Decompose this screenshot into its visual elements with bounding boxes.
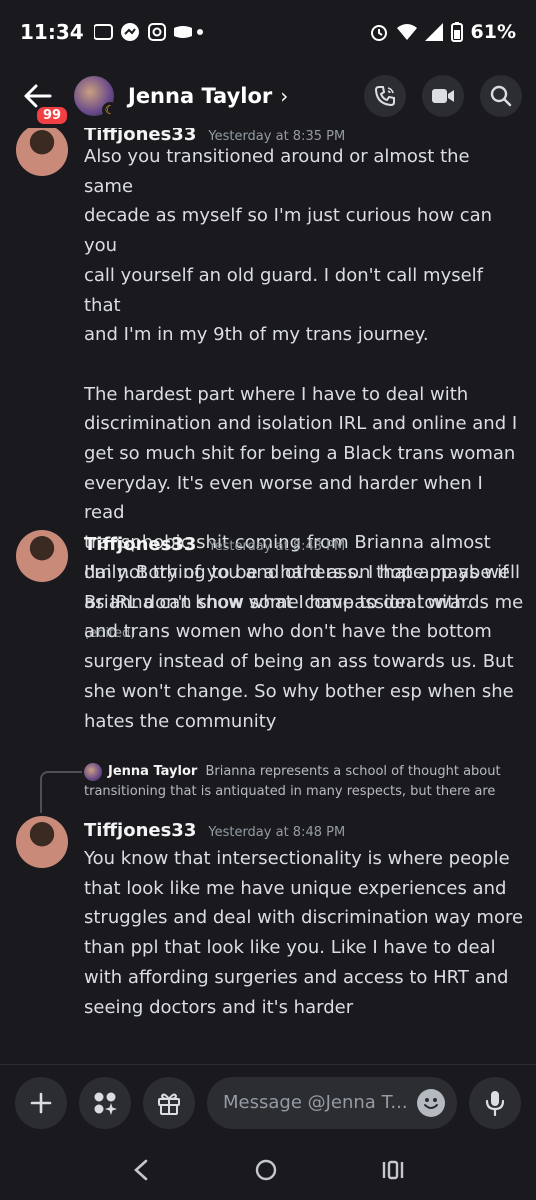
apps-button[interactable] [79,1076,131,1129]
message-line: that look like me have unique experience… [84,877,507,899]
message-content: You know that intersectionality is where… [84,844,524,1022]
system-nav-bar [0,1140,536,1200]
status-left: 11:34 [20,20,204,44]
message-line: get so much shit for being a Black trans… [84,443,516,465]
message-content: I'm not trying to be a hard ass. I hope … [84,558,524,736]
message-line: I'm not trying to be a hard ass. I hope … [84,562,509,583]
nav-back-icon[interactable] [131,1158,151,1182]
unread-badge: 99 [34,104,71,127]
reply-avatar [84,762,102,781]
emoji-face-icon [424,1097,438,1109]
message-line: surgery instead of being an ass towards … [84,651,514,673]
nav-home-icon[interactable] [254,1158,278,1182]
avatar[interactable]: ☾ [74,76,118,118]
reply-author: Jenna Taylor [108,764,198,779]
author-name[interactable]: Tiffjones33 [84,820,196,841]
reply-connector [40,771,82,813]
status-right: 61% [369,21,516,43]
battery-level: 61% [470,21,516,43]
phone-icon [374,86,395,107]
message-header: Tiffjones33 Yesterday at 8:48 PM [84,820,345,841]
reply-text: Brianna represents a school of thought a… [205,764,501,779]
reply-line-1: Jenna Taylor Brianna represents a school… [84,762,524,782]
message-timestamp: Yesterday at 8:43 PM [208,539,346,554]
notification-icons [93,23,203,41]
nav-recents-icon[interactable] [381,1158,405,1182]
header-actions [364,75,522,117]
page-title[interactable]: Jenna Taylor [128,84,272,108]
alarm-icon [370,25,387,41]
microphone-icon [485,1090,505,1116]
plus-icon [30,1092,52,1113]
message-line: and trans women who don't have the botto… [84,621,492,643]
author-avatar[interactable] [16,530,68,582]
message-line: Also you transitioned around or almost t… [84,146,470,197]
gift-button[interactable] [143,1076,195,1129]
search-icon [490,85,512,107]
message-header: Tiffjones33 Yesterday at 8:43 PM [84,534,345,555]
author-name[interactable]: Tiffjones33 [84,534,196,555]
message-line: everyday. It's even worse and harder whe… [84,472,483,524]
author-avatar[interactable] [16,816,68,868]
message-line: than ppl that look like you. Like I have… [84,937,496,959]
message-line: decade as myself so I'm just curious how… [84,205,493,257]
message-line: call yourself an old guard. I don't call… [84,264,484,316]
cell-signal-icon [424,23,443,41]
emoji-icon[interactable] [417,1088,445,1117]
video-call-button[interactable] [422,75,464,117]
message-list[interactable]: Tiffjones33 Yesterday at 8:35 PM Also yo… [0,128,536,1064]
message-line: discrimination and isolation IRL and onl… [84,413,518,435]
reply-text-2: transitioning that is antiquated in many… [84,784,496,799]
message-input[interactable]: Message @Jenna T... [207,1076,457,1129]
message-line: hates the community [84,710,277,732]
message-line: You know that intersectionality is where… [84,848,510,869]
message-input-placeholder: Message @Jenna T... [223,1092,408,1113]
message-line: struggles and deal with discrimination w… [84,907,524,929]
add-attachment-button[interactable] [15,1076,67,1129]
message-composer: Message @Jenna T... [0,1064,536,1140]
reply-preview[interactable]: Jenna Taylor Brianna represents a school… [84,762,524,802]
apps-icon [94,1092,117,1115]
message-line [84,350,524,380]
voice-message-button[interactable] [469,1076,521,1129]
voice-call-button[interactable] [364,75,406,117]
message-timestamp: Yesterday at 8:48 PM [208,825,346,840]
message-line: The hardest part where I have to deal wi… [84,383,469,405]
clock: 11:34 [20,20,84,44]
message-line: seeing doctors and it's harder [84,996,354,1018]
status-bar: 11:34 61% [0,0,536,64]
message-line: and I'm in my 9th of my trans journey. [84,324,429,346]
search-button[interactable] [480,75,522,117]
back-button[interactable]: 99 [14,72,71,127]
wifi-icon [396,24,417,40]
message-line: Brianna can show some compassion towards… [84,591,524,613]
message-line: with affording surgeries and access to H… [84,966,509,988]
author-avatar[interactable] [16,128,68,176]
chevron-right-icon[interactable]: › [280,84,288,108]
idle-status-icon: ☾ [102,102,118,118]
message-line: she won't change. So why bother esp when… [84,680,514,702]
gift-icon [158,1093,180,1115]
video-camera-icon [432,89,454,103]
dm-header: 99 ☾ Jenna Taylor › [0,64,536,128]
battery-icon [450,22,463,42]
